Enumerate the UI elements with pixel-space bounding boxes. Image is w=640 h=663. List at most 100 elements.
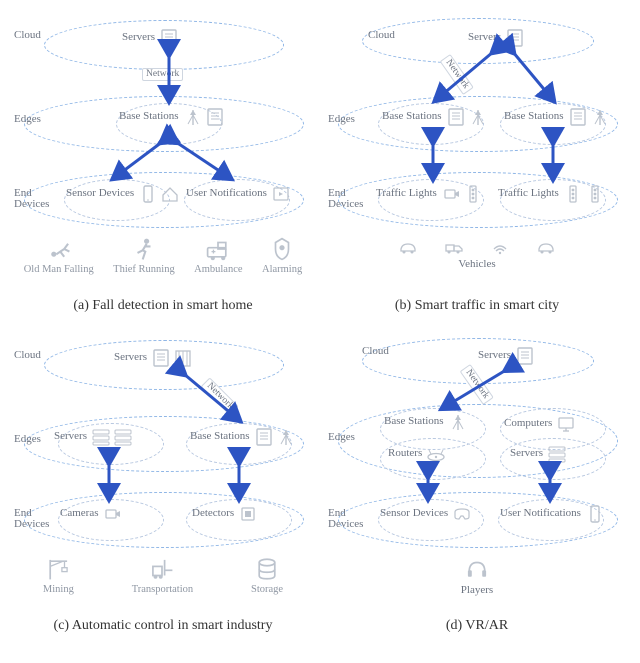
end-user-notifications: User Notifications: [500, 504, 605, 524]
vr-icon: [452, 504, 472, 524]
diagram-b: Cloud Edges End Devices Servers Base Sta…: [328, 12, 626, 292]
computers-label: Computers: [504, 418, 552, 430]
edges-computers: Computers: [504, 414, 576, 434]
edges-routers: Routers: [388, 444, 446, 464]
edges-basestation: Base Stations: [119, 107, 225, 127]
cloud-label: Cloud: [14, 30, 41, 41]
servers-label: Servers: [468, 32, 501, 44]
servers-label: Servers: [114, 352, 147, 364]
edges-servers: Servers: [54, 427, 133, 447]
end-traffic-2: Traffic Lights: [498, 184, 605, 204]
trafficlight-icon: [585, 184, 605, 204]
cloud-servers: Servers: [114, 348, 193, 368]
end-cameras: Cameras: [60, 504, 122, 524]
figure-grid: Cloud Edges End Devices Servers Base Sta…: [12, 12, 628, 634]
edges-servers: Servers: [510, 444, 567, 464]
user-notifications-label: User Notifications: [186, 188, 267, 200]
database-icon: [254, 556, 280, 582]
antenna-icon: [468, 107, 488, 127]
edges-basestation-2: Base Stations: [504, 107, 610, 127]
panel-b: Cloud Edges End Devices Servers Base Sta…: [326, 12, 628, 314]
traffic-lights-label: Traffic Lights: [376, 188, 437, 200]
car-icon: [398, 236, 418, 256]
caption-c: (c) Automatic control in smart industry: [54, 618, 273, 634]
ground-label: Transportation: [132, 584, 193, 595]
panel-d: Cloud Edges End Devices Servers Base Sta…: [326, 332, 628, 634]
house-icon: [160, 184, 180, 204]
vehicles-label: Vehicles: [458, 258, 495, 270]
ground-ambulance: Ambulance: [194, 236, 242, 275]
ground-c: Mining Transportation Storage: [14, 556, 312, 595]
edges-label: Edges: [14, 434, 41, 445]
user-notifications-label: User Notifications: [500, 508, 581, 520]
forklift-icon: [149, 556, 175, 582]
end-detectors: Detectors: [192, 504, 258, 524]
car-icon: [536, 236, 556, 256]
edges-label: Edges: [328, 114, 355, 125]
server-icon: [159, 28, 179, 48]
wifi-icon: [490, 236, 510, 256]
ground-label: Alarming: [262, 264, 302, 275]
server-icon: [151, 348, 171, 368]
chip-icon: [238, 504, 258, 524]
phone-icon: [138, 184, 158, 204]
antenna-icon: [276, 427, 296, 447]
monitor-icon: [556, 414, 576, 434]
cloud-label: Cloud: [368, 30, 395, 41]
server-icon: [446, 107, 466, 127]
antenna-icon: [448, 412, 468, 432]
ground-label: Storage: [251, 584, 283, 595]
edges-basestation: Base Stations: [190, 427, 296, 447]
caption-a: (a) Fall detection in smart home: [73, 298, 252, 314]
servers-label: Servers: [478, 350, 511, 362]
antenna-icon: [183, 107, 203, 127]
run-icon: [131, 236, 157, 262]
base-stations-label: Base Stations: [382, 111, 442, 123]
end-sensor-devices: Sensor Devices: [66, 184, 180, 204]
cloud-servers: Servers: [468, 28, 525, 48]
panel-c: Cloud Edges End Devices Servers Servers …: [12, 332, 314, 634]
servers-label: Servers: [510, 448, 543, 460]
sensor-devices-label: Sensor Devices: [380, 508, 448, 520]
crane-icon: [45, 556, 71, 582]
server-icon: [515, 346, 535, 366]
network-label: Network: [142, 68, 183, 81]
base-stations-label: Base Stations: [504, 111, 564, 123]
diagram-d: Cloud Edges End Devices Servers Base Sta…: [328, 332, 626, 612]
base-stations-label: Base Stations: [119, 111, 179, 123]
diagram-c: Cloud Edges End Devices Servers Servers …: [14, 332, 312, 612]
headset-icon: [464, 556, 490, 582]
ground-label: Thief Running: [113, 264, 175, 275]
caption-b: (b) Smart traffic in smart city: [395, 298, 559, 314]
end-sensor-devices: Sensor Devices: [380, 504, 472, 524]
base-stations-label: Base Stations: [190, 431, 250, 443]
server-icon: [505, 28, 525, 48]
caption-d: (d) VR/AR: [446, 618, 508, 634]
traffic-lights-label: Traffic Lights: [498, 188, 559, 200]
diagram-a: Cloud Edges End Devices Servers Base Sta…: [14, 12, 312, 292]
cameras-label: Cameras: [60, 508, 98, 520]
ground-b: Vehicles: [328, 236, 626, 270]
ground-label: Mining: [43, 584, 74, 595]
camera-icon: [441, 184, 461, 204]
end-label: End Devices: [328, 188, 363, 210]
cloud-servers: Servers: [122, 28, 179, 48]
trafficlight-icon: [463, 184, 483, 204]
ground-a: Old Man Falling Thief Running Ambulance …: [14, 236, 312, 275]
ground-label: Ambulance: [194, 264, 242, 275]
detectors-label: Detectors: [192, 508, 234, 520]
panel-a: Cloud Edges End Devices Servers Base Sta…: [12, 12, 314, 314]
edges-basestation-1: Base Stations: [382, 107, 488, 127]
edge-servers-label: Servers: [54, 431, 87, 443]
server-icon: [568, 107, 588, 127]
ground-storage: Storage: [251, 556, 283, 595]
camera-icon: [102, 504, 122, 524]
cloud-servers: Servers: [478, 346, 535, 366]
edges-basestation: Base Stations: [384, 412, 468, 432]
sensor-devices-label: Sensor Devices: [66, 188, 134, 200]
rack-icon: [113, 427, 133, 447]
tablet-icon: [271, 184, 291, 204]
building-icon: [173, 348, 193, 368]
ground-label: Old Man Falling: [24, 264, 94, 275]
router-icon: [426, 444, 446, 464]
